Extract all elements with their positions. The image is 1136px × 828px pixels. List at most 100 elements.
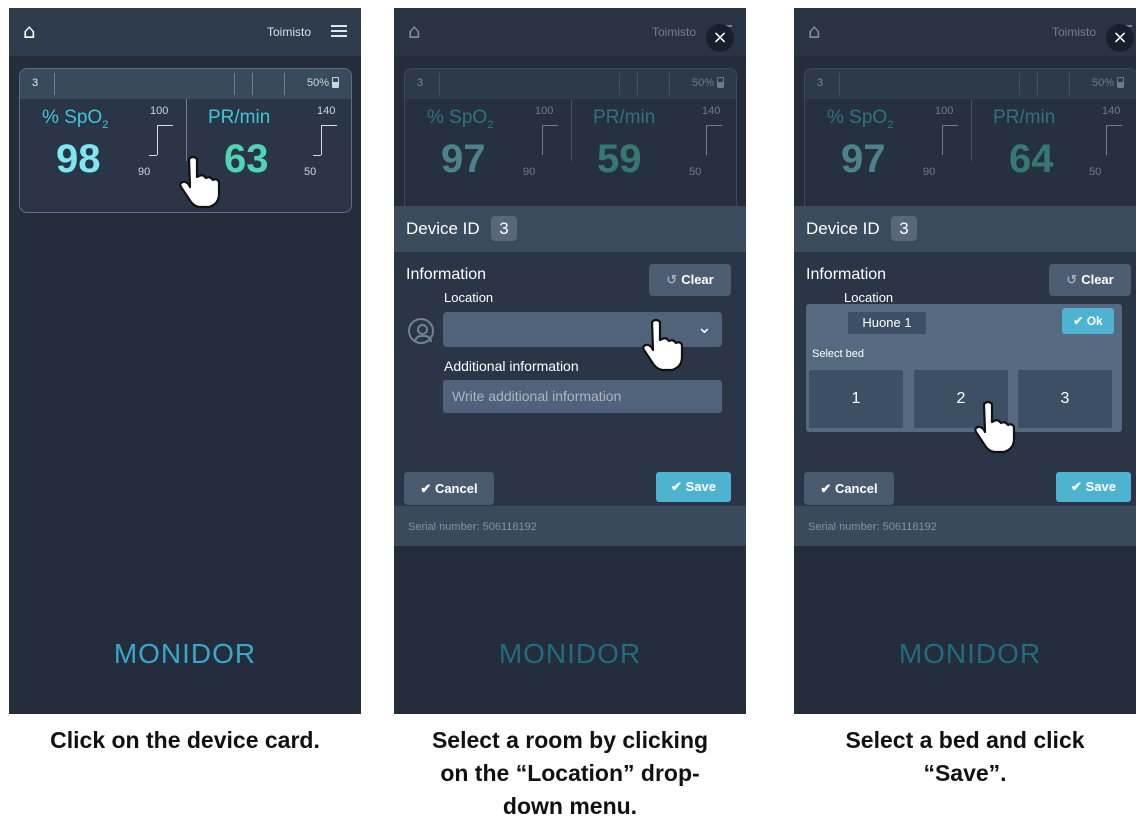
spo2-value: 97: [841, 137, 886, 181]
room-bed-picker: Huone 1 ✔ Ok Select bed 1 2 3: [806, 304, 1122, 432]
caption-step-1: Click on the device card.: [50, 727, 320, 753]
value-divider: [971, 99, 972, 161]
ward-label: Toimisto: [266, 25, 311, 39]
device-form: Information ↺ Clear Location Huone 1 ✔ Ok…: [794, 252, 1136, 516]
device-card: 3 50% % SpO2 97 100 90 PR/min 64 140 50: [804, 68, 1136, 213]
spo2-value: 98: [56, 137, 101, 181]
room-selection[interactable]: Huone 1: [848, 312, 926, 334]
header-divider: [669, 73, 670, 95]
serial-number-row: Serial number: 506118192: [794, 506, 1136, 546]
brand-logo: MONIDOR: [113, 638, 257, 669]
pr-label: PR/min: [593, 107, 656, 128]
serial-number: Serial number: 506118192: [408, 521, 537, 533]
device-id-row: Device ID 3: [394, 206, 746, 252]
value-divider: [571, 99, 572, 161]
spo2-label: % SpO2: [42, 107, 109, 131]
home-icon[interactable]: ⌂: [23, 20, 47, 42]
top-bar: ⌂ Toimisto: [794, 8, 1136, 56]
top-bar: ⌂ Toimisto: [9, 8, 361, 56]
home-icon: ⌂: [808, 19, 821, 43]
device-id-value: 3: [491, 216, 517, 241]
spo2-high-limit: 100: [150, 105, 169, 117]
device-id-row: Device ID 3: [794, 206, 1136, 252]
bed-option[interactable]: 1: [809, 370, 903, 428]
battery-icon: [332, 77, 339, 88]
header-divider: [1037, 73, 1038, 95]
additional-info-label: Additional information: [444, 358, 579, 374]
header-divider: [252, 73, 253, 95]
chevron-down-icon: ⌄: [696, 317, 712, 338]
pr-value: 59: [597, 137, 642, 181]
header-divider: [839, 73, 840, 95]
spo2-high-limit: 100: [935, 105, 954, 117]
clear-button[interactable]: ↺ Clear: [649, 264, 731, 296]
pr-value: 64: [1009, 137, 1054, 181]
card-header: 3 50%: [20, 69, 351, 99]
pr-limit-step: [321, 125, 337, 155]
card-header: 3 50%: [805, 69, 1136, 99]
battery-indicator: 50%: [307, 77, 339, 89]
header-divider: [284, 73, 285, 95]
hand-pointer-icon: [179, 155, 221, 209]
spo2-low-limit: 90: [138, 166, 151, 178]
screen-select-bed: ⌂ Toimisto × 3 50% % SpO2 97 100 90 PR/m…: [794, 8, 1136, 714]
header-divider: [1019, 73, 1020, 95]
spo2-limit-step: [157, 125, 173, 155]
pr-limit-step-base: [313, 155, 321, 156]
brand-logo: MONIDOR: [498, 638, 642, 669]
serial-number: Serial number: 506118192: [808, 521, 937, 533]
select-bed-label: Select bed: [812, 348, 864, 360]
card-device-id: 3: [817, 77, 824, 89]
card-device-id: 3: [32, 77, 39, 89]
additional-info-input[interactable]: Write additional information: [443, 380, 722, 413]
information-heading: Information: [806, 266, 887, 283]
spo2-low-limit: 90: [523, 166, 536, 178]
ok-button[interactable]: ✔ Ok: [1062, 308, 1114, 334]
menu-icon[interactable]: [331, 25, 347, 37]
device-form: Information ↺ Clear Location ⌄ Additional…: [394, 252, 746, 516]
save-button[interactable]: ✔ Save: [656, 472, 731, 502]
location-label: Location: [844, 290, 894, 305]
device-id-label: Device ID: [806, 219, 880, 238]
caption-step-2: Select a room by clicking on the “Locati…: [431, 727, 709, 819]
pr-high-limit: 140: [317, 105, 336, 117]
caption-step-3: Select a bed and click “Save”.: [845, 727, 1085, 786]
cancel-button[interactable]: ✔ Cancel: [804, 472, 894, 505]
ward-label: Toimisto: [1051, 25, 1096, 39]
pr-label: PR/min: [993, 107, 1056, 128]
clear-button[interactable]: ↺ Clear: [1049, 264, 1131, 296]
bed-option[interactable]: 3: [1018, 370, 1112, 428]
pr-high-limit: 140: [1102, 105, 1121, 117]
battery-icon: [717, 77, 724, 88]
hand-pointer-icon: [974, 400, 1016, 454]
pr-limit-step: [706, 125, 722, 155]
card-header: 3 50%: [405, 69, 736, 99]
spo2-high-limit: 100: [535, 105, 554, 117]
battery-indicator: 50%: [1092, 77, 1124, 89]
information-heading: Information: [406, 266, 487, 283]
close-icon[interactable]: ×: [1106, 24, 1134, 52]
card-device-id: 3: [417, 77, 424, 89]
screen-edit-location: ⌂ Toimisto × 3 50% % SpO2 97 100 90 PR/m…: [394, 8, 746, 714]
close-icon[interactable]: ×: [706, 24, 734, 52]
pr-limit-step: [1106, 125, 1122, 155]
spo2-label: % SpO2: [827, 107, 894, 131]
save-button[interactable]: ✔ Save: [1056, 472, 1131, 502]
device-id-label: Device ID: [406, 219, 480, 238]
cancel-button[interactable]: ✔ Cancel: [404, 472, 494, 505]
device-card: 3 50% % SpO2 97 100 90 PR/min 59 140 50: [404, 68, 737, 213]
spo2-limit-step: [542, 125, 558, 155]
pr-high-limit: 140: [702, 105, 721, 117]
pr-low-limit: 50: [689, 166, 702, 178]
pr-low-limit: 50: [1089, 166, 1102, 178]
top-bar: ⌂ Toimisto: [394, 8, 746, 56]
hand-pointer-icon: [642, 318, 684, 372]
undo-icon: ↺: [1066, 272, 1078, 287]
screen-device-list: ⌂ Toimisto 3 50% % SpO2 98 100 90 PR/min…: [9, 8, 361, 714]
header-divider: [439, 73, 440, 95]
spo2-limit-step: [942, 125, 958, 155]
spo2-low-limit: 90: [923, 166, 936, 178]
header-divider: [54, 73, 55, 95]
ward-label: Toimisto: [651, 25, 696, 39]
pr-label: PR/min: [208, 107, 271, 128]
